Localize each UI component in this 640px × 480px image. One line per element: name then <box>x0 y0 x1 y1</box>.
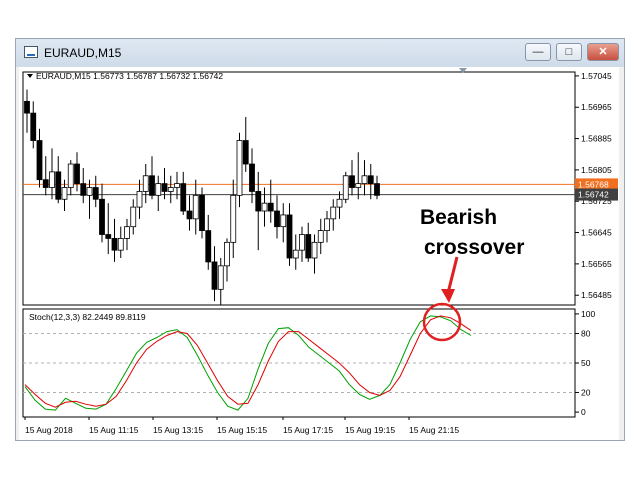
candle <box>242 140 249 165</box>
time-axis-label: 15 Aug 2018 <box>25 425 73 435</box>
candle <box>286 214 293 259</box>
candle <box>142 175 149 192</box>
maximize-button[interactable]: □ <box>556 43 582 61</box>
candle <box>224 241 230 267</box>
window-title: EURAUD,M15 <box>44 46 122 60</box>
stochastic-title: Stoch(12,3,3) 82.2449 89.8119 <box>29 312 146 322</box>
annotation-line: Bearish <box>420 206 497 229</box>
time-axis-label: 15 Aug 15:15 <box>217 425 267 435</box>
candle <box>161 183 168 192</box>
candle <box>55 171 62 200</box>
candle <box>292 249 299 259</box>
chart-area[interactable]: 1.57045 1.56965 1.56885 1.56805 1.56725 1.566… <box>19 67 619 440</box>
candle <box>80 183 87 196</box>
candle <box>349 175 355 188</box>
candle <box>86 187 93 196</box>
candle <box>24 100 30 114</box>
candle <box>155 183 162 196</box>
candle <box>117 238 124 251</box>
price-tick-label: 1.56965 <box>581 102 612 112</box>
candle <box>105 234 112 239</box>
time-axis-label: 15 Aug 13:15 <box>153 425 203 435</box>
price-tick-label: 1.56645 <box>581 228 612 238</box>
candle <box>330 206 337 220</box>
candle <box>124 226 130 239</box>
candle <box>374 183 380 196</box>
price-tick-label: 1.56485 <box>581 290 612 300</box>
candle <box>311 241 318 259</box>
stochastic-tick-label: 20 <box>581 387 591 397</box>
candle <box>317 230 324 243</box>
candle <box>274 210 280 228</box>
candle <box>186 210 193 220</box>
candle <box>361 175 368 185</box>
candle <box>136 191 143 208</box>
candle <box>49 171 55 188</box>
candle <box>324 218 330 231</box>
candle <box>167 187 174 192</box>
stochastic-tick-label: 80 <box>581 329 591 339</box>
candle <box>367 175 374 185</box>
chart-window-icon <box>24 46 38 58</box>
price-line-label: 1.56768 <box>578 179 609 189</box>
candle <box>342 175 349 200</box>
candle <box>230 194 237 243</box>
candle <box>355 183 362 188</box>
price-tick-label: 1.56885 <box>581 134 612 144</box>
symbol-header: EURAUD,M15 1.56773 1.56787 1.56732 1.567… <box>36 71 223 81</box>
candle <box>217 265 224 290</box>
candle <box>67 163 74 188</box>
candle <box>280 214 287 228</box>
close-button[interactable]: ✕ <box>587 43 619 61</box>
window-titlebar[interactable]: EURAUD,M15 — □ ✕ <box>16 39 624 67</box>
stochastic-tick-label: 50 <box>581 358 591 368</box>
candle <box>336 198 343 208</box>
annotation-line: crossover <box>424 236 524 259</box>
candle <box>249 163 255 192</box>
candle <box>211 261 218 290</box>
candle <box>261 202 268 212</box>
price-tick-label: 1.57045 <box>581 71 612 81</box>
candle <box>299 234 305 251</box>
price-tick-label: 1.56805 <box>581 165 612 175</box>
stochastic-tick-label: 0 <box>581 407 586 417</box>
candle <box>61 187 68 200</box>
candle <box>30 112 37 141</box>
candle <box>180 183 187 212</box>
chart-canvas[interactable]: 1.570451.569651.568851.568051.567251.566… <box>19 67 619 440</box>
candle <box>174 183 180 188</box>
time-axis-label: 15 Aug 19:15 <box>345 425 395 435</box>
candle <box>130 206 137 228</box>
candle <box>74 163 80 185</box>
candle <box>99 198 105 235</box>
candle <box>111 238 118 251</box>
candle <box>192 194 199 220</box>
price-line-label: 1.56742 <box>578 190 609 200</box>
candle <box>205 230 212 263</box>
candle <box>255 191 262 212</box>
candle <box>305 234 312 259</box>
candle <box>42 179 49 188</box>
minimize-button[interactable]: — <box>525 43 551 61</box>
time-axis-label: 15 Aug 17:15 <box>283 425 333 435</box>
candle <box>236 140 243 196</box>
price-tick-label: 1.56565 <box>581 259 612 269</box>
time-axis-label: 15 Aug 21:15 <box>409 425 459 435</box>
time-axis-label: 15 Aug 11:15 <box>89 425 139 435</box>
candle <box>199 194 205 231</box>
candle <box>267 202 274 212</box>
stochastic-tick-label: 100 <box>581 309 595 319</box>
price-pane <box>22 71 576 306</box>
candle <box>149 175 155 196</box>
candle <box>92 187 99 200</box>
candle <box>36 140 43 181</box>
